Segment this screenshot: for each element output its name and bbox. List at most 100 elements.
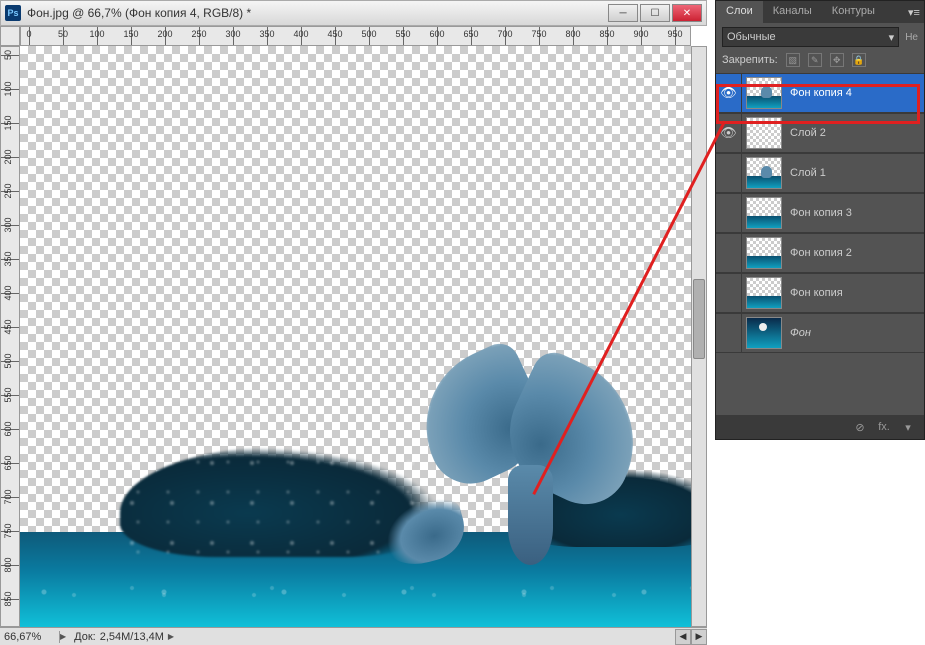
visibility-eye-icon[interactable] bbox=[716, 154, 742, 192]
titlebar[interactable]: Ps Фон.jpg @ 66,7% (Фон копия 4, RGB/8) … bbox=[0, 0, 707, 26]
ruler-tick-label: 100 bbox=[89, 29, 104, 39]
ruler-tick-label: 700 bbox=[497, 29, 512, 39]
window-title: Фон.jpg @ 66,7% (Фон копия 4, RGB/8) * bbox=[27, 6, 606, 20]
scroll-right-button[interactable]: ▶ bbox=[691, 629, 707, 645]
ruler-horizontal[interactable]: 0501001502002503003504004505005506006507… bbox=[20, 26, 691, 46]
ruler-tick-label: 50 bbox=[58, 29, 68, 39]
visibility-eye-icon[interactable] bbox=[716, 234, 742, 272]
ruler-tick-label: 700 bbox=[3, 489, 13, 504]
chevron-down-icon[interactable]: ▾ bbox=[900, 419, 916, 435]
ruler-tick-label: 150 bbox=[123, 29, 138, 39]
document-window: Ps Фон.jpg @ 66,7% (Фон копия 4, RGB/8) … bbox=[0, 0, 707, 645]
window-controls: ─ ☐ ✕ bbox=[606, 4, 702, 22]
doc-info-menu-icon[interactable]: ▶ bbox=[168, 632, 174, 641]
layer-thumbnail[interactable] bbox=[746, 77, 782, 109]
ruler-tick-label: 350 bbox=[259, 29, 274, 39]
ruler-tick-label: 150 bbox=[3, 115, 13, 130]
tab-channels[interactable]: Каналы bbox=[763, 1, 822, 23]
lock-all-icon[interactable]: 🔒 bbox=[852, 53, 866, 67]
zoom-display[interactable]: 66,67% bbox=[0, 631, 60, 643]
artwork-sea bbox=[20, 452, 691, 627]
layers-list: 👁 Фон копия 4 👁 Слой 2 Слой 1 Фон копия 3 Фон … bbox=[716, 73, 924, 353]
layer-row[interactable]: 👁 Слой 2 bbox=[716, 113, 924, 153]
layer-row[interactable]: Фон bbox=[716, 313, 924, 353]
layer-row[interactable]: Слой 1 bbox=[716, 153, 924, 193]
ruler-corner[interactable] bbox=[0, 26, 20, 46]
ruler-tick-label: 400 bbox=[293, 29, 308, 39]
visibility-eye-icon[interactable]: 👁 bbox=[716, 114, 742, 152]
visibility-eye-icon[interactable] bbox=[716, 314, 742, 352]
layers-panel: Слои Каналы Контуры ▾≡ Обычные ▾ Не Закр… bbox=[715, 0, 925, 440]
panel-tabs: Слои Каналы Контуры ▾≡ bbox=[716, 1, 924, 23]
layer-thumbnail[interactable] bbox=[746, 197, 782, 229]
layer-row[interactable]: Фон копия 3 bbox=[716, 193, 924, 233]
ruler-tick-label: 100 bbox=[3, 81, 13, 96]
visibility-eye-icon[interactable]: 👁 bbox=[716, 74, 742, 112]
layer-name-label[interactable]: Фон копия bbox=[786, 287, 924, 299]
ruler-tick-label: 300 bbox=[3, 217, 13, 232]
ruler-tick-label: 450 bbox=[327, 29, 342, 39]
statusbar: 66,67% ▶ Док: 2,54M/13,4M ▶ ◀ ▶ bbox=[0, 627, 707, 645]
scroll-left-button[interactable]: ◀ bbox=[675, 629, 691, 645]
ruler-tick-label: 0 bbox=[26, 29, 31, 39]
layer-thumbnail[interactable] bbox=[746, 237, 782, 269]
ruler-tick-label: 800 bbox=[565, 29, 580, 39]
ruler-tick-label: 650 bbox=[463, 29, 478, 39]
lock-label: Закрепить: bbox=[722, 54, 778, 66]
vertical-scrollbar[interactable] bbox=[691, 46, 707, 627]
doc-size-label: Док: bbox=[74, 631, 96, 643]
visibility-eye-icon[interactable] bbox=[716, 194, 742, 232]
layer-name-label[interactable]: Фон копия 3 bbox=[786, 207, 924, 219]
ruler-tick-label: 750 bbox=[3, 523, 13, 538]
blend-mode-select[interactable]: Обычные ▾ bbox=[722, 27, 899, 47]
tab-paths[interactable]: Контуры bbox=[822, 1, 885, 23]
close-button[interactable]: ✕ bbox=[672, 4, 702, 22]
fx-icon[interactable]: fx. bbox=[876, 419, 892, 435]
ruler-tick-label: 950 bbox=[667, 29, 682, 39]
ruler-tick-label: 500 bbox=[361, 29, 376, 39]
layer-name-label[interactable]: Фон bbox=[786, 327, 924, 339]
link-layers-icon[interactable]: ⊘ bbox=[852, 419, 868, 435]
layer-thumbnail[interactable] bbox=[746, 157, 782, 189]
ruler-tick-label: 350 bbox=[3, 251, 13, 266]
layer-thumbnail[interactable] bbox=[746, 277, 782, 309]
ruler-tick-label: 600 bbox=[429, 29, 444, 39]
ruler-tick-label: 550 bbox=[395, 29, 410, 39]
ruler-tick-label: 550 bbox=[3, 387, 13, 402]
ruler-tick-label: 800 bbox=[3, 557, 13, 572]
layer-name-label[interactable]: Фон копия 4 bbox=[786, 87, 924, 99]
doc-size-value: 2,54M/13,4M bbox=[100, 631, 164, 643]
layer-name-label[interactable]: Слой 1 bbox=[786, 167, 924, 179]
tab-layers[interactable]: Слои bbox=[716, 1, 763, 23]
lock-brush-icon[interactable]: ✎ bbox=[808, 53, 822, 67]
photoshop-icon: Ps bbox=[5, 5, 21, 21]
layer-row[interactable]: Фон копия 2 bbox=[716, 233, 924, 273]
layer-name-label[interactable]: Слой 2 bbox=[786, 127, 924, 139]
ruler-tick-label: 500 bbox=[3, 353, 13, 368]
scrollbar-thumb[interactable] bbox=[693, 279, 705, 359]
canvas[interactable] bbox=[20, 46, 691, 627]
lock-pixels-icon[interactable]: ▧ bbox=[786, 53, 800, 67]
chevron-down-icon: ▾ bbox=[889, 31, 895, 44]
layer-row[interactable]: Фон копия bbox=[716, 273, 924, 313]
ruler-tick-label: 600 bbox=[3, 421, 13, 436]
ruler-tick-label: 200 bbox=[157, 29, 172, 39]
ruler-tick-label: 850 bbox=[599, 29, 614, 39]
panel-menu-icon[interactable]: ▾≡ bbox=[904, 1, 924, 23]
ruler-tick-label: 400 bbox=[3, 285, 13, 300]
visibility-eye-icon[interactable] bbox=[716, 274, 742, 312]
layer-thumbnail[interactable] bbox=[746, 117, 782, 149]
layer-thumbnail[interactable] bbox=[746, 317, 782, 349]
ruler-tick-label: 850 bbox=[3, 591, 13, 606]
layer-row[interactable]: 👁 Фон копия 4 bbox=[716, 73, 924, 113]
lock-move-icon[interactable]: ✥ bbox=[830, 53, 844, 67]
ruler-tick-label: 900 bbox=[633, 29, 648, 39]
ruler-vertical[interactable]: 5010015020025030035040045050055060065070… bbox=[0, 46, 20, 627]
ruler-tick-label: 750 bbox=[531, 29, 546, 39]
ruler-tick-label: 200 bbox=[3, 149, 13, 164]
maximize-button[interactable]: ☐ bbox=[640, 4, 670, 22]
minimize-button[interactable]: ─ bbox=[608, 4, 638, 22]
opacity-label-fragment: Не bbox=[905, 32, 918, 43]
ruler-tick-label: 450 bbox=[3, 319, 13, 334]
layer-name-label[interactable]: Фон копия 2 bbox=[786, 247, 924, 259]
